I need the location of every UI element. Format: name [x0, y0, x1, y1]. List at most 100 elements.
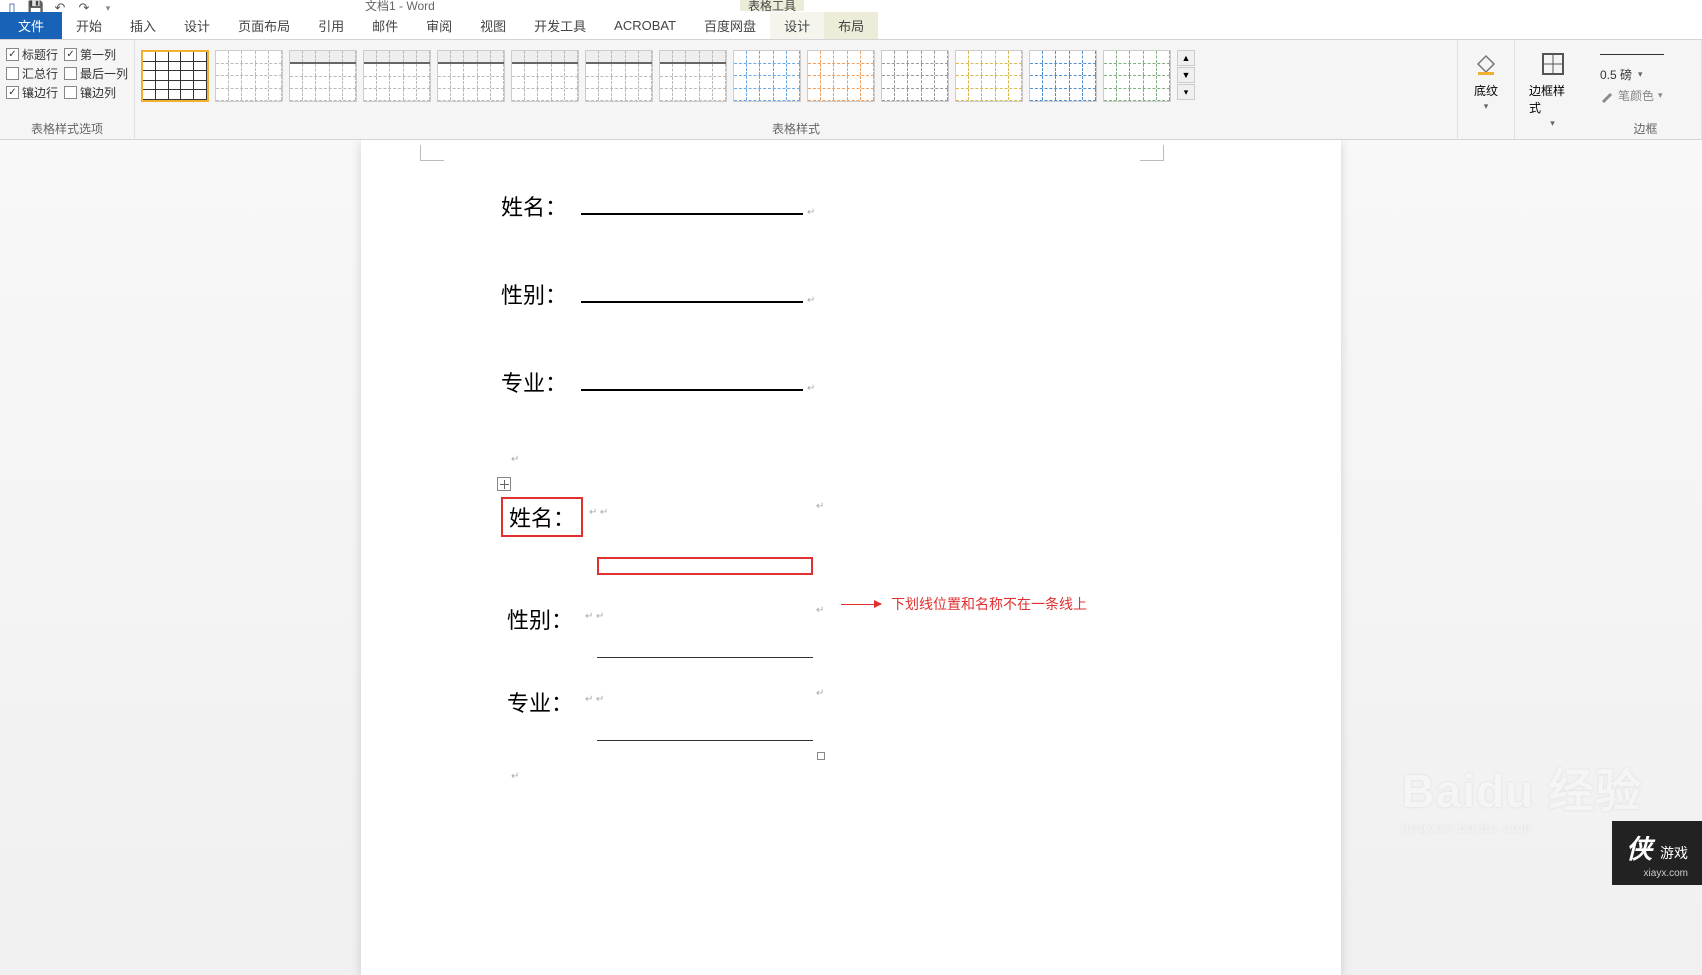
table-style-thumb[interactable]: [215, 50, 283, 102]
gallery-more-icon[interactable]: ▾: [1177, 84, 1195, 100]
check-last-col[interactable]: 最后一列: [64, 65, 128, 82]
field-label: 性别：: [501, 278, 581, 310]
tab-developer[interactable]: 开发工具: [520, 12, 600, 39]
watermark-logo: 侠: [1626, 829, 1652, 866]
crop-mark-icon: [1140, 145, 1164, 161]
group-borders: 0.5 磅 ▾ 笔颜色 ▾ 边框: [1590, 40, 1702, 139]
gallery-scroll: ▲ ▼ ▾: [1177, 50, 1195, 100]
cell-mark-icon: ↵: [816, 501, 824, 512]
table-row-name[interactable]: 姓名： ↵ ↵ ↵: [501, 497, 1201, 537]
arrow-icon: [841, 604, 881, 605]
checkbox-icon: [6, 67, 19, 80]
tab-file[interactable]: 文件: [0, 12, 62, 39]
group-table-style-options: ✓ 标题行 ✓ 第一列 汇总行 最后一列: [0, 40, 135, 139]
check-banded-col[interactable]: 镶边列: [64, 84, 116, 101]
document-area[interactable]: 姓名： ↵ 性别： ↵ 专业： ↵ ↵ 姓名： ↵ ↵ ↵: [0, 140, 1702, 975]
tab-design[interactable]: 设计: [170, 12, 224, 39]
shading-button[interactable]: 底纹 ▾: [1462, 44, 1510, 116]
chevron-down-icon: ▾: [1638, 69, 1643, 80]
table-style-thumb[interactable]: [807, 50, 875, 102]
table-style-thumb[interactable]: [585, 50, 653, 102]
tab-page-layout[interactable]: 页面布局: [224, 12, 304, 39]
tab-table-layout[interactable]: 布局: [824, 12, 878, 39]
table-style-thumb[interactable]: [1029, 50, 1097, 102]
table-style-thumb[interactable]: [141, 50, 209, 102]
underline: [581, 195, 803, 215]
cell-mark-icon: ↵: [816, 605, 824, 616]
paragraph-mark-icon: ↵: [511, 454, 1201, 465]
tab-acrobat[interactable]: ACROBAT: [600, 12, 690, 39]
table-resize-handle-icon[interactable]: [817, 752, 825, 760]
tab-insert[interactable]: 插入: [116, 12, 170, 39]
table-style-thumb[interactable]: [363, 50, 431, 102]
field-gender[interactable]: 性别： ↵: [501, 278, 1201, 310]
underline: [581, 371, 803, 391]
table-tools-context: 设计 布局: [770, 12, 878, 39]
table-style-thumb[interactable]: [1103, 50, 1171, 102]
table-style-thumb[interactable]: [659, 50, 727, 102]
chevron-down-icon: ▾: [1658, 90, 1663, 101]
tab-mailings[interactable]: 邮件: [358, 12, 412, 39]
check-label: 镶边列: [80, 84, 116, 101]
checkbox-icon: [64, 67, 77, 80]
check-label: 最后一列: [80, 65, 128, 82]
check-banded-row[interactable]: ✓ 镶边行: [6, 84, 58, 101]
cell-mark-icon: ↵ ↵: [589, 507, 608, 518]
pen-icon: [1600, 89, 1614, 103]
border-style-icon: [1537, 48, 1569, 80]
field-label: 姓名：: [501, 190, 581, 222]
tab-references[interactable]: 引用: [304, 12, 358, 39]
field-major[interactable]: 专业： ↵: [501, 366, 1201, 398]
cell-mark-icon: ↵ ↵: [585, 611, 604, 622]
tab-view[interactable]: 视图: [466, 12, 520, 39]
table-cell-label: 姓名：: [501, 497, 583, 537]
table-style-thumb[interactable]: [955, 50, 1023, 102]
table-cell-underline[interactable]: [597, 557, 813, 575]
tab-baidu-disk[interactable]: 百度网盘: [690, 12, 770, 39]
border-style-button[interactable]: 边框样式 ▾: [1521, 44, 1584, 133]
table-style-thumb[interactable]: [289, 50, 357, 102]
annotation-text: 下划线位置和名称不在一条线上: [891, 594, 1087, 614]
border-weight-value: 0.5 磅: [1600, 66, 1632, 83]
group-label: 边框: [1590, 120, 1701, 139]
watermark-url: xiayx.com: [1626, 868, 1688, 879]
paragraph-mark-icon: ↵: [511, 771, 1201, 782]
tab-table-design[interactable]: 设计: [770, 12, 824, 39]
table-row-major[interactable]: 专业： ↵ ↵ ↵: [501, 684, 1201, 720]
gallery-up-icon[interactable]: ▲: [1177, 50, 1195, 66]
annotation: 下划线位置和名称不在一条线上: [841, 594, 1087, 614]
underline: [581, 283, 803, 303]
check-total-row[interactable]: 汇总行: [6, 65, 58, 82]
table-cell-underline[interactable]: [597, 740, 813, 741]
checkbox-icon: ✓: [64, 48, 77, 61]
chevron-down-icon: ▾: [1484, 101, 1489, 112]
table-style-thumb[interactable]: [437, 50, 505, 102]
check-first-col[interactable]: ✓ 第一列: [64, 46, 116, 63]
table-cell-label: 专业：: [501, 684, 579, 720]
tab-home[interactable]: 开始: [62, 12, 116, 39]
table-cell-underline[interactable]: [597, 657, 813, 658]
group-table-styles: ▲ ▼ ▾ 表格样式: [135, 40, 1458, 139]
page[interactable]: 姓名： ↵ 性别： ↵ 专业： ↵ ↵ 姓名： ↵ ↵ ↵: [361, 140, 1341, 975]
cell-mark-icon: ↵: [816, 688, 824, 699]
border-line-preview[interactable]: [1600, 54, 1664, 62]
chevron-down-icon: ▾: [1550, 118, 1555, 129]
paragraph-mark-icon: ↵: [807, 295, 815, 306]
field-name[interactable]: 姓名： ↵: [501, 190, 1201, 222]
table-style-thumb[interactable]: [733, 50, 801, 102]
check-label: 汇总行: [22, 65, 58, 82]
table-style-thumb[interactable]: [511, 50, 579, 102]
check-label: 第一列: [80, 46, 116, 63]
gallery-down-icon[interactable]: ▼: [1177, 67, 1195, 83]
field-label: 专业：: [501, 366, 581, 398]
table-style-thumb[interactable]: [881, 50, 949, 102]
check-header-row[interactable]: ✓ 标题行: [6, 46, 58, 63]
border-weight-select[interactable]: 0.5 磅 ▾: [1600, 66, 1643, 83]
watermark-text: 游戏: [1660, 845, 1688, 861]
table-move-handle-icon[interactable]: [497, 477, 511, 491]
checkbox-icon: [64, 86, 77, 99]
pen-color-button[interactable]: 笔颜色 ▾: [1600, 87, 1663, 104]
check-label: 标题行: [22, 46, 58, 63]
tab-review[interactable]: 审阅: [412, 12, 466, 39]
context-tool-label: 表格工具: [740, 0, 804, 11]
